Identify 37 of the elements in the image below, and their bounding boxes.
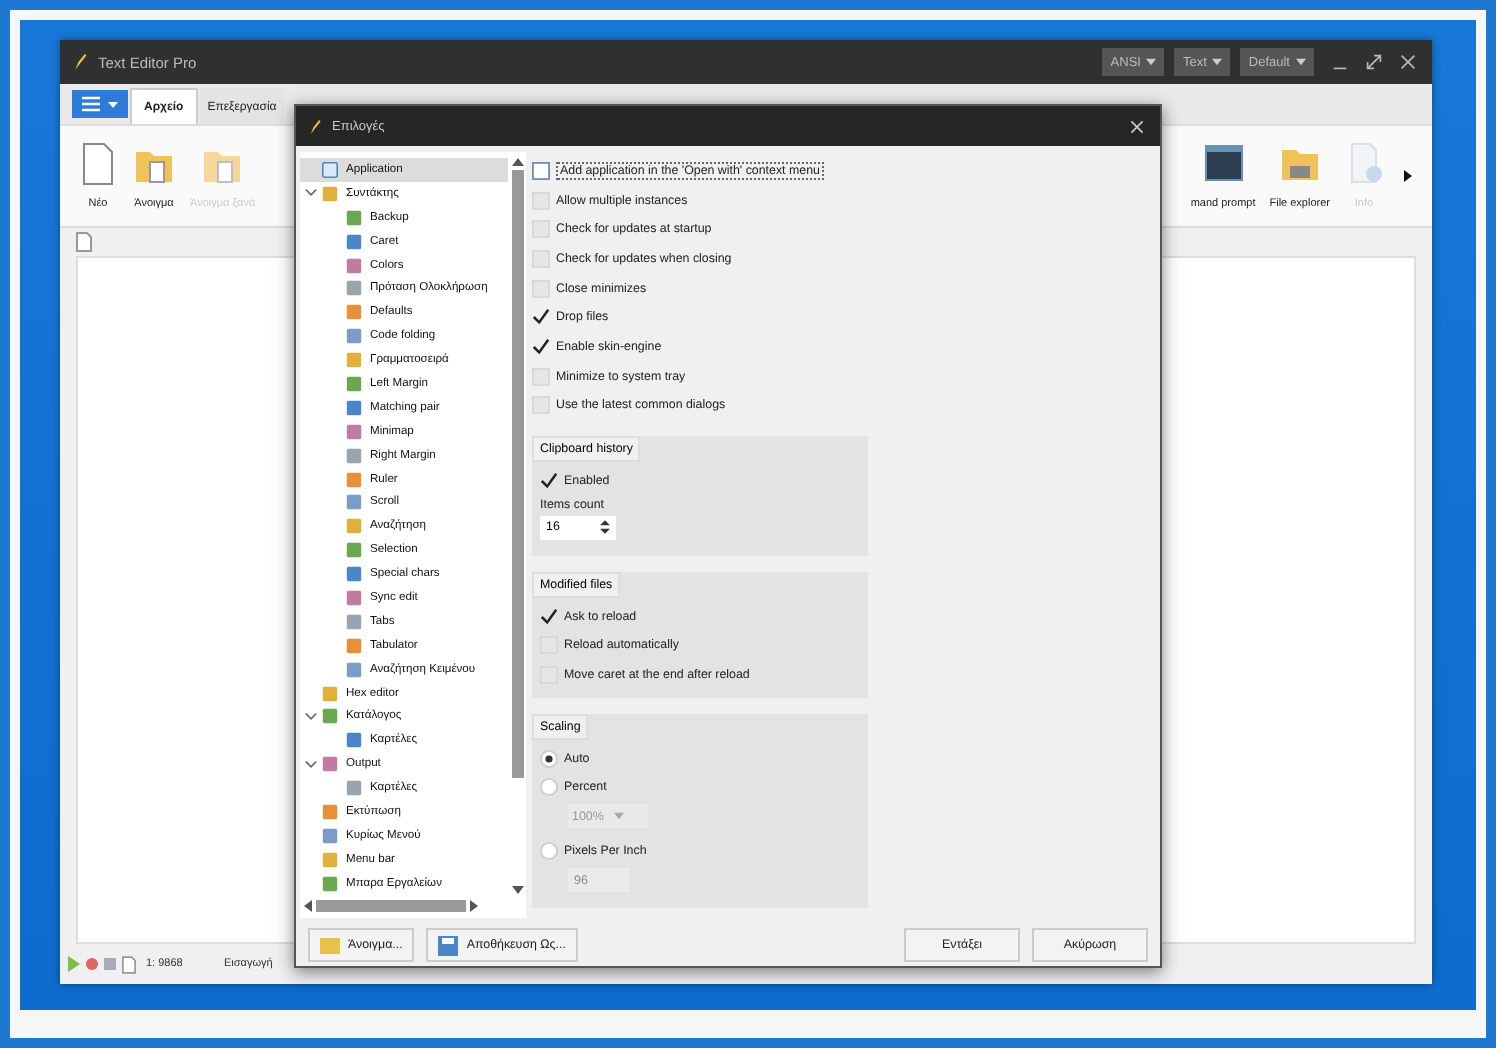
radio-icon [540,842,558,861]
menu-icon [80,94,120,114]
pen-icon [72,52,88,72]
record-icon[interactable] [86,958,98,970]
document-icon [78,142,118,186]
caret-icon [1212,58,1223,66]
check-mark-icon [540,472,558,491]
check-mark-icon [540,607,558,626]
checkbox-icon [532,249,550,268]
scrollbar[interactable] [510,158,526,894]
scroll-up-icon[interactable] [512,158,524,166]
scroll-down-icon[interactable] [512,886,524,894]
checkbox-icon [532,161,550,180]
checkbox-icon [532,220,550,239]
checkbox-icon [532,279,550,298]
more-arrow-icon[interactable] [1404,170,1412,182]
document-icon [122,955,136,973]
caret-icon [1296,58,1306,66]
folder-icon [320,935,340,955]
menu-button[interactable] [72,90,128,118]
chevron-icon[interactable] [304,757,318,772]
scroll-right-icon[interactable] [470,900,478,912]
pen-icon [308,117,322,135]
caret-icon [1146,58,1157,66]
terminal-icon [1203,142,1244,186]
maximize-icon[interactable] [1366,54,1382,70]
caret-icon [613,812,624,821]
close-icon[interactable] [1400,54,1416,70]
checkbox-icon [532,396,550,415]
scroll-left-icon[interactable] [304,900,312,912]
chevron-icon[interactable] [304,186,318,201]
checkbox-icon [532,367,550,386]
chevron-icon[interactable] [304,709,318,724]
close-icon[interactable] [1130,119,1144,133]
checkbox-icon [532,191,550,210]
spin-arrows-icon[interactable] [600,518,610,537]
document-icon[interactable] [76,232,92,252]
